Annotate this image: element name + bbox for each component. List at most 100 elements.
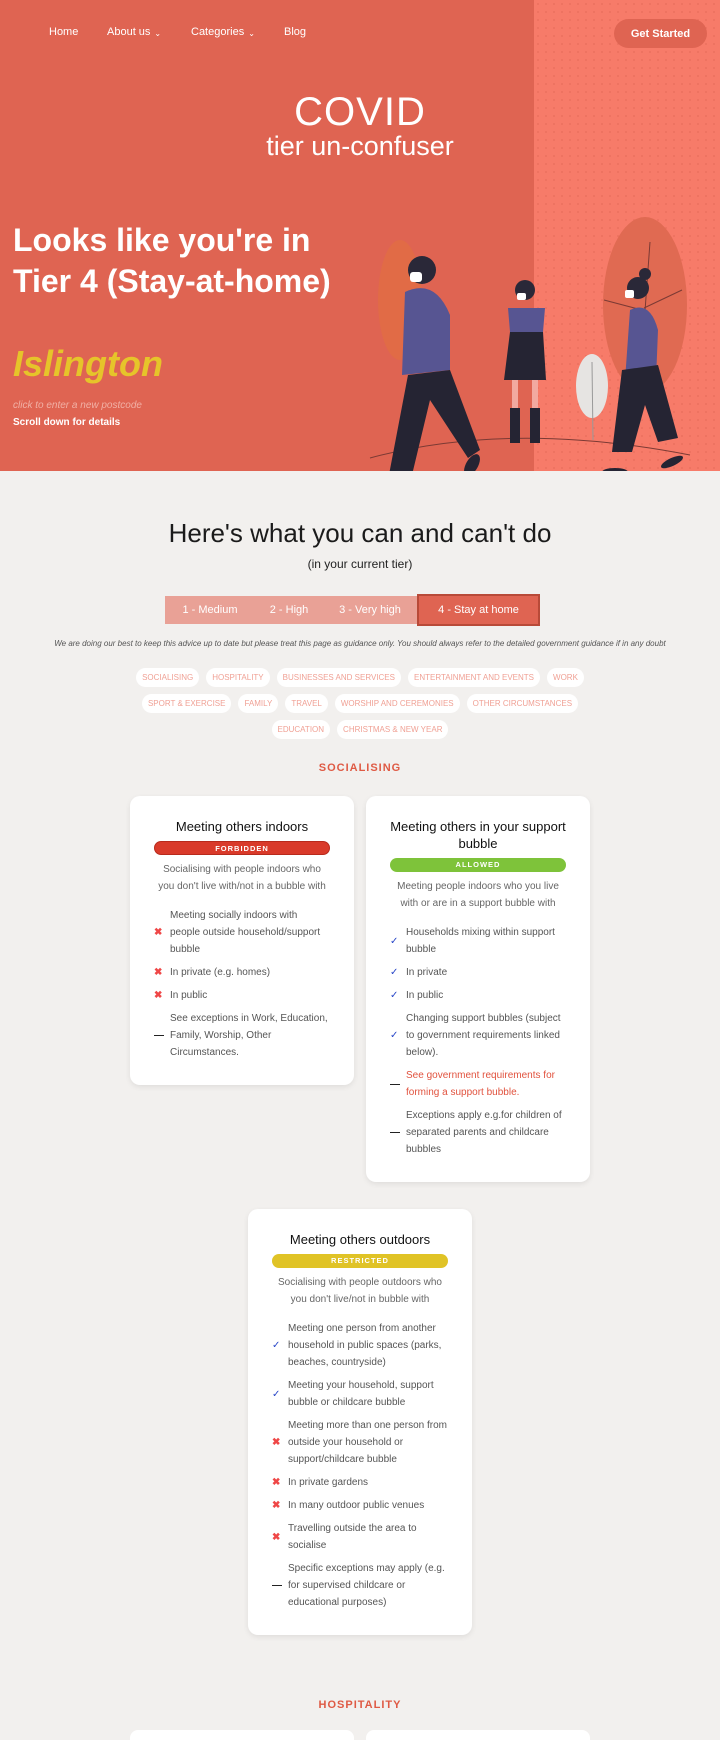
rule-item: ✓ In public [390, 987, 566, 1004]
rule-item: ✓ Changing support bubbles (subject to go… [390, 1010, 566, 1061]
cross-icon: ✖ [154, 990, 163, 1001]
nav-about-us[interactable]: About us ⌄ [107, 26, 161, 38]
tier-tab-very-high[interactable]: 3 - Very high [323, 596, 417, 624]
rule-card: Meeting others indoors FORBIDDEN Sociali… [130, 796, 354, 1085]
dash-icon: — [390, 1127, 400, 1138]
card-title: Meeting others in your support bubble [390, 819, 566, 851]
get-started-button[interactable]: Get Started [614, 19, 707, 48]
rule-card: Meeting others outdoors RESTRICTED Socia… [248, 1209, 472, 1635]
top-nav: Home About us ⌄ Categories ⌄ Blog Get St… [0, 0, 720, 66]
card-description: Socialising with people indoors who you … [158, 864, 326, 892]
chip-row: SOCIALISING HOSPITALITY BUSINESSES AND S… [0, 668, 720, 687]
cross-icon: ✖ [272, 1531, 281, 1543]
tier-selector: 1 - Medium 2 - High 3 - Very high 4 - St… [165, 594, 540, 626]
rule-item: — See government requirements for forming… [390, 1067, 566, 1101]
rule-text: Specific exceptions may apply (e.g. for … [288, 1563, 445, 1608]
rule-text: Meeting one person from another househol… [288, 1323, 442, 1368]
status-badge: FORBIDDEN [154, 841, 330, 855]
check-icon: ✓ [390, 935, 399, 947]
rule-text: Travelling outside the area to socialise [288, 1523, 417, 1551]
chip-businesses[interactable]: BUSINESSES AND SERVICES [276, 668, 401, 687]
nav-home-label: Home [49, 26, 79, 38]
chip-education[interactable]: EDUCATION [271, 720, 331, 739]
brand-title: COVID [294, 90, 426, 134]
check-icon: ✓ [390, 967, 399, 978]
chip-work[interactable]: WORK [547, 668, 584, 687]
dash-icon: — [272, 1580, 282, 1591]
rule-item: ✓ In private [390, 964, 566, 981]
nav-about-label: About us [107, 26, 151, 38]
check-icon: ✓ [390, 1030, 399, 1041]
nav-blog[interactable]: Blog [284, 26, 306, 38]
category-heading-hospitality: HOSPITALITY [318, 1699, 402, 1711]
hospitality-cards-peek [128, 1730, 592, 1740]
cross-icon: ✖ [272, 1500, 281, 1511]
nav-categories-label: Categories [191, 26, 245, 38]
chip-entertainment[interactable]: ENTERTAINMENT AND EVENTS [407, 668, 541, 687]
category-chips: SOCIALISING HOSPITALITY BUSINESSES AND S… [0, 668, 720, 746]
rule-list: ✖ Meeting socially indoors with people ou… [154, 907, 330, 1061]
rule-text: In many outdoor public venues [288, 1500, 425, 1511]
dash-icon: — [390, 1078, 400, 1090]
status-badge: ALLOWED [390, 858, 566, 872]
rule-text: Meeting more than one person from outsid… [288, 1420, 447, 1465]
brand-subtitle: tier un-confuser [266, 131, 454, 161]
chip-christmas[interactable]: CHRISTMAS & NEW YEAR [337, 720, 449, 739]
hero-section: Home About us ⌄ Categories ⌄ Blog Get St… [0, 0, 720, 471]
chip-row: EDUCATION CHRISTMAS & NEW YEAR [0, 720, 720, 739]
status-badge: RESTRICTED [272, 1254, 448, 1268]
rule-item: ✖ In private gardens [272, 1474, 448, 1491]
rule-item: — See exceptions in Work, Education, Fami… [154, 1010, 330, 1061]
cross-icon: ✖ [154, 927, 163, 938]
rule-text: Exceptions apply e.g.for children of sep… [406, 1110, 562, 1155]
chip-other[interactable]: OTHER CIRCUMSTANCES [466, 694, 579, 713]
chip-worship[interactable]: WORSHIP AND CEREMONIES [334, 694, 460, 713]
tier-tab-stay-at-home[interactable]: 4 - Stay at home [417, 594, 540, 626]
chip-socialising[interactable]: SOCIALISING [136, 668, 200, 687]
chip-sport[interactable]: SPORT & EXERCISE [141, 694, 232, 713]
rule-text: See exceptions in Work, Education, Famil… [170, 1013, 328, 1058]
rule-text: Meeting your household, support bubble o… [288, 1380, 434, 1408]
rule-item: ✖ In many outdoor public venues [272, 1497, 448, 1514]
rule-card: Meeting others in your support bubble AL… [366, 796, 590, 1182]
rule-item: ✖ In private (e.g. homes) [154, 964, 330, 981]
rule-item: ✖ In public [154, 987, 330, 1004]
dash-icon: — [154, 1030, 164, 1041]
chip-hospitality[interactable]: HOSPITALITY [206, 668, 270, 687]
rule-item: ✓ Households mixing within support bubble [390, 924, 566, 958]
support-bubble-requirements-link[interactable]: See government requirements for forming … [406, 1067, 566, 1101]
tier-tab-high[interactable]: 2 - High [255, 596, 323, 624]
cross-icon: ✖ [272, 1437, 281, 1448]
section-subtitle: (in your current tier) [307, 557, 413, 571]
chip-travel[interactable]: TRAVEL [285, 694, 328, 713]
chevron-down-icon: ⌄ [248, 28, 255, 38]
rule-text: Households mixing within support bubble [406, 927, 555, 955]
rule-item: ✓ Meeting one person from another househo… [272, 1320, 448, 1371]
rule-item: — Exceptions apply e.g.for children of se… [390, 1107, 566, 1158]
nav-categories[interactable]: Categories ⌄ [191, 26, 255, 38]
check-icon: ✓ [272, 1340, 281, 1351]
tier-headline: Looks like you're in Tier 4 (Stay-at-hom… [13, 222, 331, 299]
rule-list: ✓ Meeting one person from another househo… [272, 1320, 448, 1611]
card-title: Meeting others indoors [175, 819, 309, 834]
rule-text: Meeting socially indoors with people out… [170, 910, 321, 955]
chevron-down-icon: ⌄ [154, 28, 162, 38]
check-icon: ✓ [390, 990, 399, 1001]
cross-icon: ✖ [154, 967, 163, 978]
change-postcode-link[interactable]: click to enter a new postcode [13, 400, 142, 411]
rule-card [366, 1730, 590, 1740]
check-icon: ✓ [272, 1388, 281, 1400]
guidance-disclaimer: We are doing our best to keep this advic… [54, 639, 666, 648]
region-name[interactable]: Islington [13, 344, 163, 384]
scroll-hint: Scroll down for details [13, 417, 121, 428]
rule-text: In private (e.g. homes) [170, 967, 271, 978]
chip-row: SPORT & EXERCISE FAMILY TRAVEL WORSHIP A… [0, 694, 720, 713]
section-title: Here's what you can and can't do [168, 518, 552, 548]
chip-family[interactable]: FAMILY [238, 694, 279, 713]
category-heading-socialising: SOCIALISING [318, 762, 402, 774]
nav-home[interactable]: Home [49, 26, 78, 38]
tier-tab-medium[interactable]: 1 - Medium [165, 596, 255, 624]
rule-text: In private [406, 967, 448, 978]
rule-text: In private gardens [288, 1477, 369, 1488]
people-walking-illustration [369, 217, 691, 471]
